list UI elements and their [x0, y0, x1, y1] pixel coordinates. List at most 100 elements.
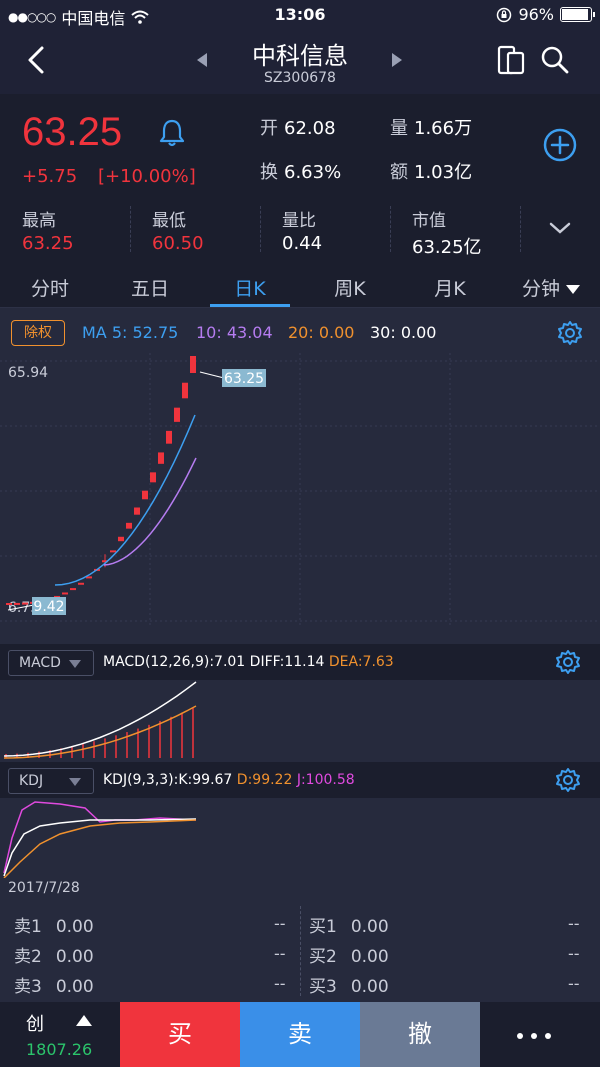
candle [110, 550, 116, 553]
macd-dea-line [3, 705, 197, 759]
bottom-bar: 创 1807.26 买 卖 撤 [0, 1002, 600, 1067]
kdj-d-line [3, 819, 197, 878]
candle [158, 452, 164, 464]
buy-level-2: 买2 0.00 [309, 947, 389, 967]
candle [150, 472, 156, 483]
tab-intraday[interactable]: 分时 [28, 274, 72, 301]
caret-down-icon [566, 285, 580, 294]
up-arrow-icon [76, 1015, 92, 1026]
candle [142, 490, 148, 500]
buy-volume-2: -- [568, 944, 580, 963]
min-price-marker-text: 9.42 [33, 599, 64, 615]
kdj-selector[interactable]: KDJ [8, 768, 94, 794]
date-label: 2017/7/28 [8, 880, 80, 896]
more-icon[interactable] [517, 1033, 551, 1039]
tab-daily-k[interactable]: 日K [226, 274, 274, 301]
low-stat: 最低 60.50 [152, 211, 204, 254]
volume-stat: 量 1.66万 [390, 118, 473, 139]
macd-chart[interactable] [0, 680, 600, 760]
sell-volume-3: -- [274, 974, 286, 993]
landscape-icon[interactable] [496, 44, 526, 76]
candle [166, 430, 172, 444]
ma-settings-gear-icon[interactable] [557, 320, 583, 346]
candle [126, 522, 132, 529]
sell-level-3: 卖3 0.00 [14, 977, 94, 997]
sell-button[interactable]: 卖 [240, 1002, 360, 1067]
candle [118, 536, 124, 542]
stats-row: 最高 63.25 最低 60.50 量比 0.44 市值 63.25亿 [0, 202, 600, 260]
mkt-cap-stat: 市值 63.25亿 [412, 211, 482, 258]
buy-volume-3: -- [568, 974, 580, 993]
high-stat: 最高 63.25 [22, 211, 74, 254]
cancel-order-button[interactable]: 撤 [360, 1002, 480, 1067]
tab-weekly-k[interactable]: 周K [328, 274, 372, 301]
next-stock-icon[interactable] [392, 53, 402, 67]
ma10-label: 10: 43.04 [196, 323, 273, 342]
amount-stat: 额 1.03亿 [390, 162, 473, 183]
active-tab-indicator [210, 304, 290, 307]
kdj-j-line [3, 801, 197, 874]
ma-legend: 除权 MA 5: 52.75 10: 43.04 20: 0.00 30: 0.… [0, 320, 600, 346]
quote-panel: 63.25 +5.75 [+10.00%] 开 62.08 量 1.66万 换 6.6… [0, 94, 600, 262]
sell-volume-2: -- [274, 944, 286, 963]
chevron-down-icon[interactable] [548, 220, 572, 236]
macd-settings-gear-icon[interactable] [555, 649, 581, 675]
current-price: 63.25 [22, 110, 123, 154]
sell-volume-1: -- [274, 914, 286, 933]
order-book: 卖1 0.00 卖2 0.00 卖3 0.00 -- -- -- 买1 0.00 买2 0… [0, 898, 600, 1002]
price-change-pct: [+10.00%] [98, 166, 196, 187]
kdj-values: KDJ(9,3,3):K:99.67 D:99.22 J:100.58 [103, 772, 355, 788]
status-bar: ●●○○○ 中国电信 13:06 96% [0, 0, 600, 30]
candle [14, 602, 20, 605]
buy-volume-1: -- [568, 914, 580, 933]
rotation-lock-icon [497, 7, 512, 22]
kdj-chart[interactable] [0, 798, 600, 878]
period-tabs: 分时 五日 日K 周K 月K 分钟 [0, 262, 600, 308]
search-icon[interactable] [540, 44, 570, 76]
nav-header: 中科信息 SZ300678 [0, 30, 600, 94]
price-change: +5.75 [22, 166, 78, 187]
add-watchlist-icon[interactable] [543, 128, 577, 162]
open-stat: 开 62.08 [260, 118, 336, 139]
caret-down-icon [69, 778, 81, 786]
macd-values: MACD(12,26,9):7.01 DIFF:11.14 DEA:7.63 [103, 654, 394, 670]
battery-percent: 96% [518, 5, 554, 24]
sell-level-1: 卖1 0.00 [14, 917, 94, 937]
top-price-label: 65.94 [8, 365, 48, 381]
buy-button[interactable]: 买 [120, 1002, 240, 1067]
candle [190, 356, 196, 373]
ma30-label: 30: 0.00 [370, 323, 437, 342]
candle [62, 592, 68, 595]
bell-icon[interactable] [158, 118, 186, 148]
macd-header: MACD MACD(12,26,9):7.01 DIFF:11.14 DEA:7… [0, 644, 600, 680]
candle [70, 588, 76, 591]
caret-down-icon [69, 660, 81, 668]
tab-monthly-k[interactable]: 月K [428, 274, 472, 301]
battery-icon [560, 7, 595, 22]
kdj-settings-gear-icon[interactable] [555, 767, 581, 793]
tab-minute[interactable]: 分钟 [518, 274, 584, 301]
kline-chart[interactable]: 65.94 6.73 63.25 9.42 [0, 353, 600, 628]
candle [134, 507, 140, 515]
candle [6, 603, 12, 605]
turnover-stat: 换 6.63% [260, 162, 342, 183]
board-label[interactable]: 创 [26, 1010, 44, 1036]
kdj-k-line [3, 818, 197, 877]
vol-ratio-stat: 量比 0.44 [282, 211, 323, 254]
candle [174, 407, 180, 422]
board-index-value: 1807.26 [26, 1040, 93, 1059]
tab-five-day[interactable]: 五日 [128, 274, 172, 301]
buy-level-3: 买3 0.00 [309, 977, 389, 997]
buy-level-1: 买1 0.00 [309, 917, 389, 937]
max-price-marker-text: 63.25 [224, 371, 264, 387]
macd-selector[interactable]: MACD [8, 650, 94, 676]
chart-area: 除权 MA 5: 52.75 10: 43.04 20: 0.00 30: 0.… [0, 308, 600, 898]
ma20-label: 20: 0.00 [288, 323, 355, 342]
candle [182, 382, 188, 399]
ma5-label: MA 5: 52.75 [82, 323, 179, 342]
adjust-button[interactable]: 除权 [11, 320, 65, 346]
kdj-header: KDJ KDJ(9,3,3):K:99.67 D:99.22 J:100.58 [0, 762, 600, 798]
candle [22, 602, 28, 605]
sell-level-2: 卖2 0.00 [14, 947, 94, 967]
candle [78, 582, 84, 585]
